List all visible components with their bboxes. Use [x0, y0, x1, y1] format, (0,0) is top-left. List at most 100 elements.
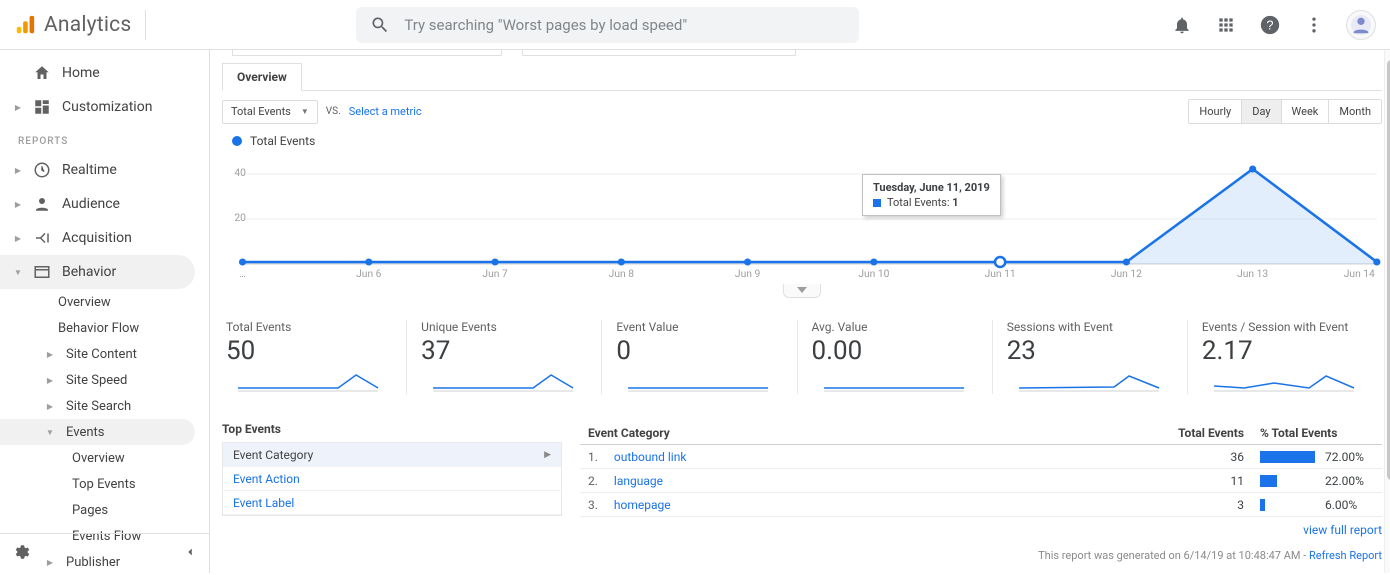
report-tabs: Overview — [222, 62, 1382, 91]
dashboard-icon — [32, 97, 52, 117]
nav-behavior-overview[interactable]: Overview — [0, 289, 195, 315]
acquisition-icon — [32, 228, 52, 248]
product-name: Analytics — [44, 13, 131, 37]
header-actions: ? — [1170, 10, 1376, 40]
nav-audience[interactable]: ▶ Audience — [0, 187, 195, 221]
search-input[interactable]: Try searching "Worst pages by load speed… — [356, 7, 859, 43]
scrollbar[interactable] — [1384, 50, 1390, 573]
legend-dot-icon — [232, 136, 242, 146]
dimension-list: Event Category▶ Event Action Event Label — [222, 442, 562, 516]
nav-events-pages[interactable]: Pages — [0, 497, 195, 523]
primary-metric-dropdown[interactable]: Total Events ▼ — [222, 100, 318, 124]
truncated-cards — [222, 50, 1382, 56]
table-row[interactable]: 2.language1122.00% — [580, 469, 1382, 493]
timeseries-chart[interactable]: Total Events 40 20 … Jun — [222, 134, 1382, 298]
nav-events[interactable]: ▼Events — [0, 419, 195, 445]
chevron-right-icon: ▶ — [14, 166, 22, 175]
analytics-logo-icon — [14, 14, 36, 36]
svg-text:Jun 13: Jun 13 — [1237, 269, 1268, 280]
collapse-chart-handle[interactable] — [783, 284, 821, 298]
report-main: Overview Total Events ▼ VS. Select a met… — [210, 50, 1390, 573]
svg-text:Jun 11: Jun 11 — [985, 269, 1016, 280]
apps-icon[interactable] — [1214, 13, 1238, 37]
line-chart-svg: 40 20 … Jun 6 Jun 7 Jun 8 Jun 9 Ju — [222, 154, 1382, 284]
notifications-icon[interactable] — [1170, 13, 1194, 37]
nav-realtime[interactable]: ▶ Realtime — [0, 153, 195, 187]
chart-controls: Total Events ▼ VS. Select a metric Hourl… — [222, 99, 1382, 124]
chevron-right-icon: ▶ — [544, 450, 551, 460]
nav-home[interactable]: Home — [0, 56, 195, 90]
product-logo[interactable]: Analytics — [14, 10, 146, 40]
nav-events-overview[interactable]: Overview — [0, 445, 195, 471]
legend-square-icon — [873, 199, 881, 207]
lower-section: Top Events Event Category▶ Event Action … — [222, 422, 1382, 572]
help-icon[interactable]: ? — [1258, 13, 1282, 37]
card-events-per-session[interactable]: Events / Session with Event 2.17 — [1198, 320, 1382, 394]
chevron-right-icon: ▶ — [46, 350, 54, 359]
nav-site-search[interactable]: ▶Site Search — [0, 393, 195, 419]
chevron-down-icon: ▼ — [14, 268, 22, 277]
svg-text:Jun 14: Jun 14 — [1344, 269, 1375, 280]
chevron-down-icon: ▼ — [301, 107, 309, 116]
search-placeholder: Try searching "Worst pages by load speed… — [404, 16, 687, 34]
granularity-hourly[interactable]: Hourly — [1189, 100, 1242, 123]
nav-site-content[interactable]: ▶Site Content — [0, 341, 195, 367]
left-nav: Home ▶ Customization REPORTS ▶ Realtime … — [0, 50, 210, 573]
collapse-nav-icon[interactable] — [183, 544, 197, 563]
granularity-week[interactable]: Week — [1282, 100, 1330, 123]
card-sessions-event[interactable]: Sessions with Event 23 — [1003, 320, 1188, 394]
granularity-month[interactable]: Month — [1329, 100, 1381, 123]
col-event-category[interactable]: Event Category — [580, 422, 1122, 445]
refresh-report-link[interactable]: Refresh Report — [1309, 549, 1382, 562]
nav-customization[interactable]: ▶ Customization — [0, 90, 195, 124]
chevron-right-icon: ▶ — [46, 376, 54, 385]
nav-acquisition[interactable]: ▶ Acquisition — [0, 221, 195, 255]
granularity-day[interactable]: Day — [1242, 100, 1281, 123]
nav-behavior[interactable]: ▼ Behavior — [0, 255, 195, 289]
app-header: Analytics Try searching "Worst pages by … — [0, 0, 1390, 50]
card-event-value[interactable]: Event Value 0 — [612, 320, 797, 394]
reports-label: REPORTS — [0, 124, 209, 153]
table-row[interactable]: 3.homepage36.00% — [580, 493, 1382, 517]
dimension-event-action[interactable]: Event Action — [223, 467, 561, 491]
card-unique-events[interactable]: Unique Events 37 — [417, 320, 602, 394]
granularity-switch: Hourly Day Week Month — [1188, 99, 1382, 124]
behavior-icon — [32, 262, 52, 282]
nav-site-speed[interactable]: ▶Site Speed — [0, 367, 195, 393]
nav-footer — [0, 533, 209, 573]
svg-text:Jun 10: Jun 10 — [858, 269, 889, 280]
col-total-events[interactable]: Total Events — [1122, 422, 1252, 445]
dimension-event-category[interactable]: Event Category▶ — [223, 443, 561, 467]
chevron-right-icon: ▶ — [14, 103, 22, 112]
select-metric-link[interactable]: Select a metric — [349, 105, 422, 118]
svg-text:Jun 9: Jun 9 — [735, 269, 761, 280]
person-icon — [32, 194, 52, 214]
chevron-right-icon: ▶ — [46, 402, 54, 411]
metric-cards: Total Events 50 Unique Events 37 Event V… — [222, 320, 1382, 394]
search-icon — [370, 15, 390, 35]
card-avg-value[interactable]: Avg. Value 0.00 — [808, 320, 993, 394]
svg-text:20: 20 — [234, 213, 246, 224]
chevron-right-icon: ▶ — [14, 234, 22, 243]
tab-overview[interactable]: Overview — [222, 63, 302, 91]
clock-icon — [32, 160, 52, 180]
svg-text:40: 40 — [234, 168, 246, 179]
svg-text:…: … — [239, 269, 246, 280]
col-pct-events[interactable]: % Total Events — [1252, 422, 1382, 445]
chevron-right-icon: ▶ — [14, 200, 22, 209]
admin-gear-icon[interactable] — [12, 543, 30, 565]
view-full-report-link[interactable]: view full report — [1303, 523, 1382, 537]
svg-text:?: ? — [1266, 17, 1273, 32]
more-vert-icon[interactable] — [1302, 13, 1326, 37]
home-icon — [32, 63, 52, 83]
vs-label: VS. — [326, 106, 341, 117]
dimension-event-label[interactable]: Event Label — [223, 491, 561, 515]
report-footer: This report was generated on 6/14/19 at … — [580, 549, 1382, 572]
card-total-events[interactable]: Total Events 50 — [222, 320, 407, 394]
nav-events-top[interactable]: Top Events — [0, 471, 195, 497]
account-avatar[interactable] — [1346, 10, 1376, 40]
svg-text:Jun 8: Jun 8 — [609, 269, 635, 280]
nav-behavior-flow[interactable]: Behavior Flow — [0, 315, 195, 341]
table-row[interactable]: 1.outbound link3672.00% — [580, 445, 1382, 469]
chart-tooltip: Tuesday, June 11, 2019 Total Events: 1 — [862, 174, 1001, 216]
